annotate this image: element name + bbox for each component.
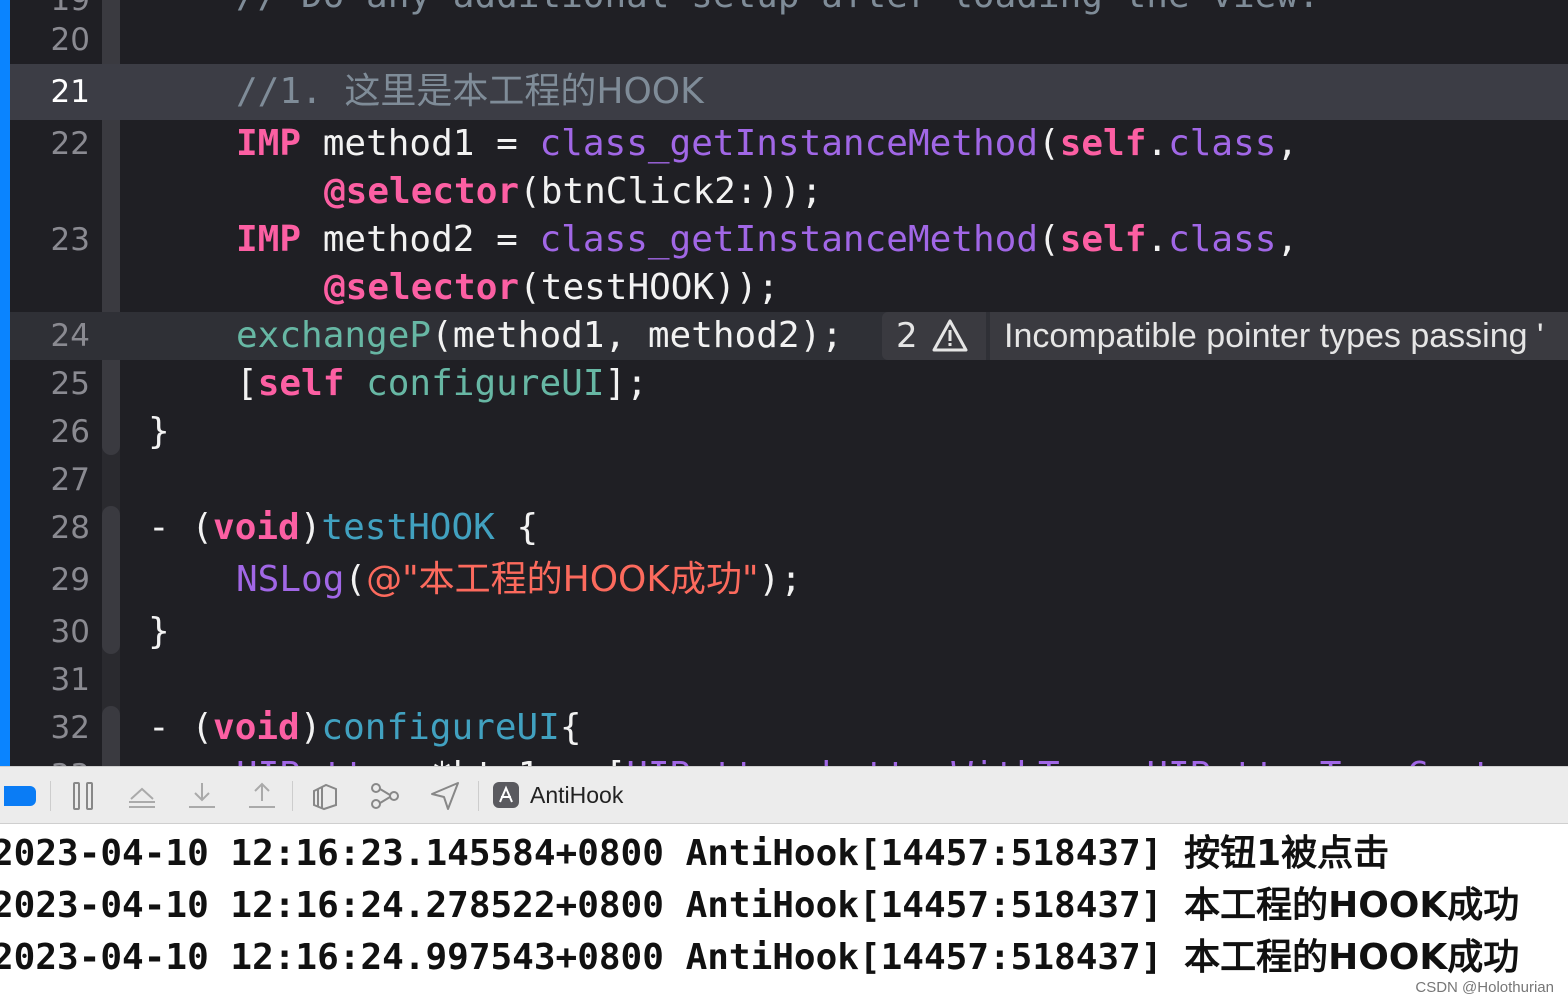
code-line-29: NSLog(@"本工程的HOOK成功"); (236, 559, 802, 600)
breakpoint-strip (0, 0, 10, 766)
separator (292, 781, 293, 811)
breakpoints-toggle-icon[interactable] (4, 786, 36, 806)
fold-region-configureui[interactable] (102, 706, 120, 766)
pause-icon[interactable] (66, 779, 100, 813)
warning-triangle-icon (932, 319, 968, 352)
line-number: 29 (50, 562, 90, 598)
line-number: 33 (10, 752, 90, 766)
code-editor[interactable]: 19 20 21 22 23 24 25 26 27 28 29 30 31 3… (0, 0, 1568, 766)
line-number: 27 (50, 462, 90, 498)
step-into-icon[interactable] (185, 779, 219, 813)
warning-count-badge[interactable]: 2 (882, 312, 986, 360)
line-number: 30 (50, 614, 90, 650)
watermark: CSDN @Holothurian (1415, 979, 1554, 996)
line-number: 20 (50, 22, 90, 58)
console-log-line: 2023-04-10 12:16:24.278522+0800 AntiHook… (0, 885, 1520, 926)
code-line-22: IMP method1 = class_getInstanceMethod(se… (236, 123, 1299, 164)
app-target-label[interactable]: AntiHook (530, 767, 623, 823)
step-out-icon[interactable] (245, 779, 279, 813)
separator (50, 781, 51, 811)
line-number: 22 (50, 126, 90, 162)
code-line-22-cont: @selector(btnClick2:)); (324, 171, 823, 212)
debug-view-hierarchy-icon[interactable] (308, 779, 342, 813)
code-line-21: //1. 这里是本工程的HOOK (236, 71, 704, 112)
code-line-24: exchangeP(method1, method2); (236, 315, 843, 356)
code-line-25: [self configureUI]; (236, 363, 648, 404)
memory-graph-icon[interactable] (368, 779, 402, 813)
line-number: 31 (50, 662, 90, 698)
simulate-location-icon[interactable] (428, 779, 462, 813)
console-log-line: 2023-04-10 12:16:23.145584+0800 AntiHook… (0, 833, 1390, 874)
code-line-19: // Do any additional setup after loading… (236, 0, 1320, 20)
line-number: 32 (50, 710, 90, 746)
debug-console[interactable]: 2023-04-10 12:16:23.145584+0800 AntiHook… (0, 824, 1568, 1002)
code-line-33: UIButton *btn1 = [UIButton buttonWithTyp… (236, 752, 1537, 766)
debug-toolbar: AntiHook (0, 766, 1568, 824)
code-line-23-cont: @selector(testHOOK)); (324, 267, 780, 308)
app-target-icon[interactable] (492, 781, 520, 809)
code-line-28: - (void)testHOOK { (148, 507, 539, 548)
fold-region-testhook[interactable] (102, 506, 120, 654)
code-line-26: } (148, 411, 170, 452)
separator (478, 781, 479, 811)
line-number: 24 (50, 318, 90, 354)
code-line-32: - (void)configureUI{ (148, 707, 582, 748)
code-line-30: } (148, 611, 170, 652)
console-log-line: 2023-04-10 12:16:24.997543+0800 AntiHook… (0, 937, 1520, 978)
line-number: 26 (50, 414, 90, 450)
line-number: 25 (50, 366, 90, 402)
line-number: 28 (50, 510, 90, 546)
step-over-icon[interactable] (125, 779, 159, 813)
line-number-current: 21 (50, 74, 90, 110)
line-number: 23 (50, 222, 90, 258)
warning-count: 2 (896, 316, 918, 356)
code-line-23: IMP method2 = class_getInstanceMethod(se… (236, 219, 1299, 260)
warning-message[interactable]: Incompatible pointer types passing ' (990, 312, 1568, 360)
